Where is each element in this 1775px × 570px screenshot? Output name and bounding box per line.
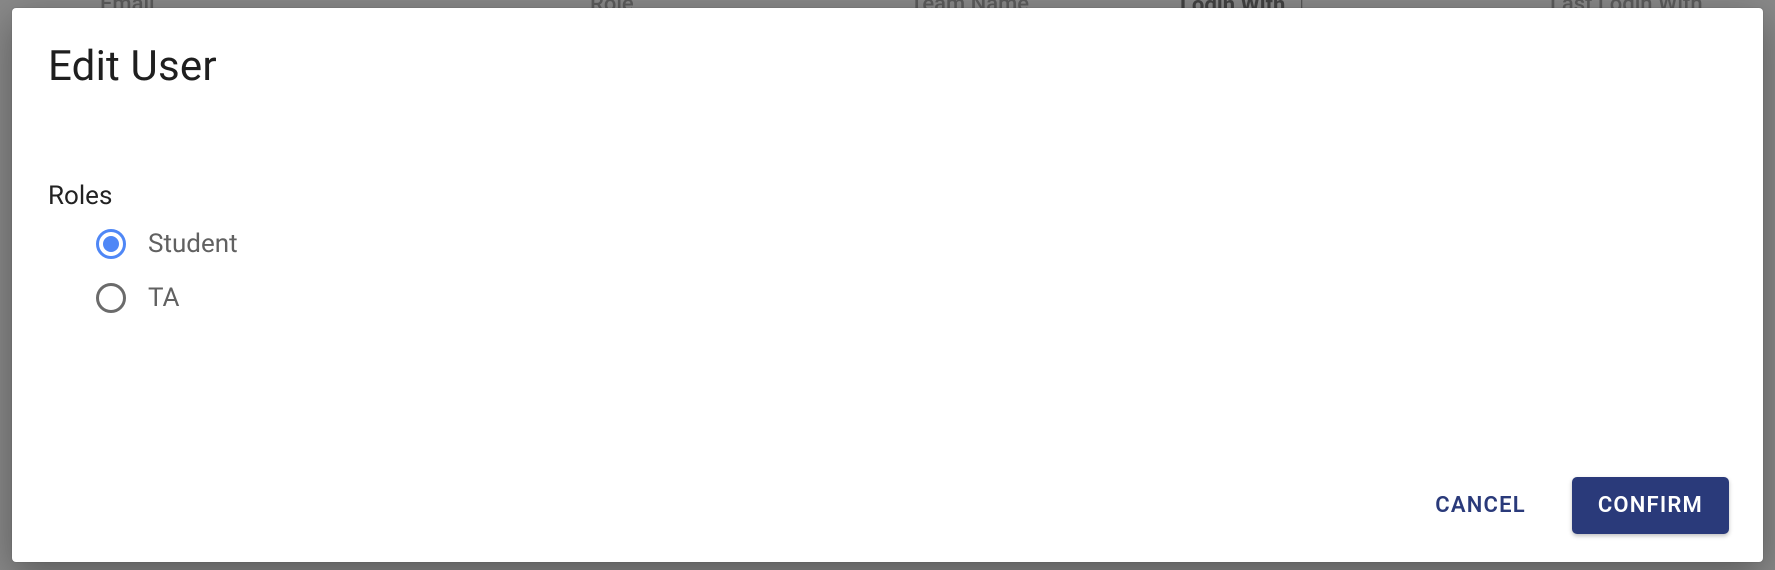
role-option-student[interactable]: Student — [96, 229, 1733, 259]
radio-selected-icon — [96, 229, 126, 259]
roles-section-label: Roles — [48, 181, 1733, 211]
dialog-actions: Cancel Confirm — [42, 477, 1733, 540]
edit-user-dialog: Edit User Roles Student TA Cancel Confir… — [12, 8, 1763, 562]
role-option-label: Student — [148, 229, 238, 259]
role-option-label: TA — [148, 283, 179, 313]
role-option-ta[interactable]: TA — [96, 283, 1733, 313]
roles-radio-group: Student TA — [48, 229, 1733, 313]
confirm-button[interactable]: Confirm — [1572, 477, 1729, 534]
cancel-button[interactable]: Cancel — [1409, 477, 1552, 534]
dialog-body: Roles Student TA — [42, 91, 1733, 477]
dialog-title: Edit User — [48, 42, 1733, 91]
radio-unselected-icon — [96, 283, 126, 313]
